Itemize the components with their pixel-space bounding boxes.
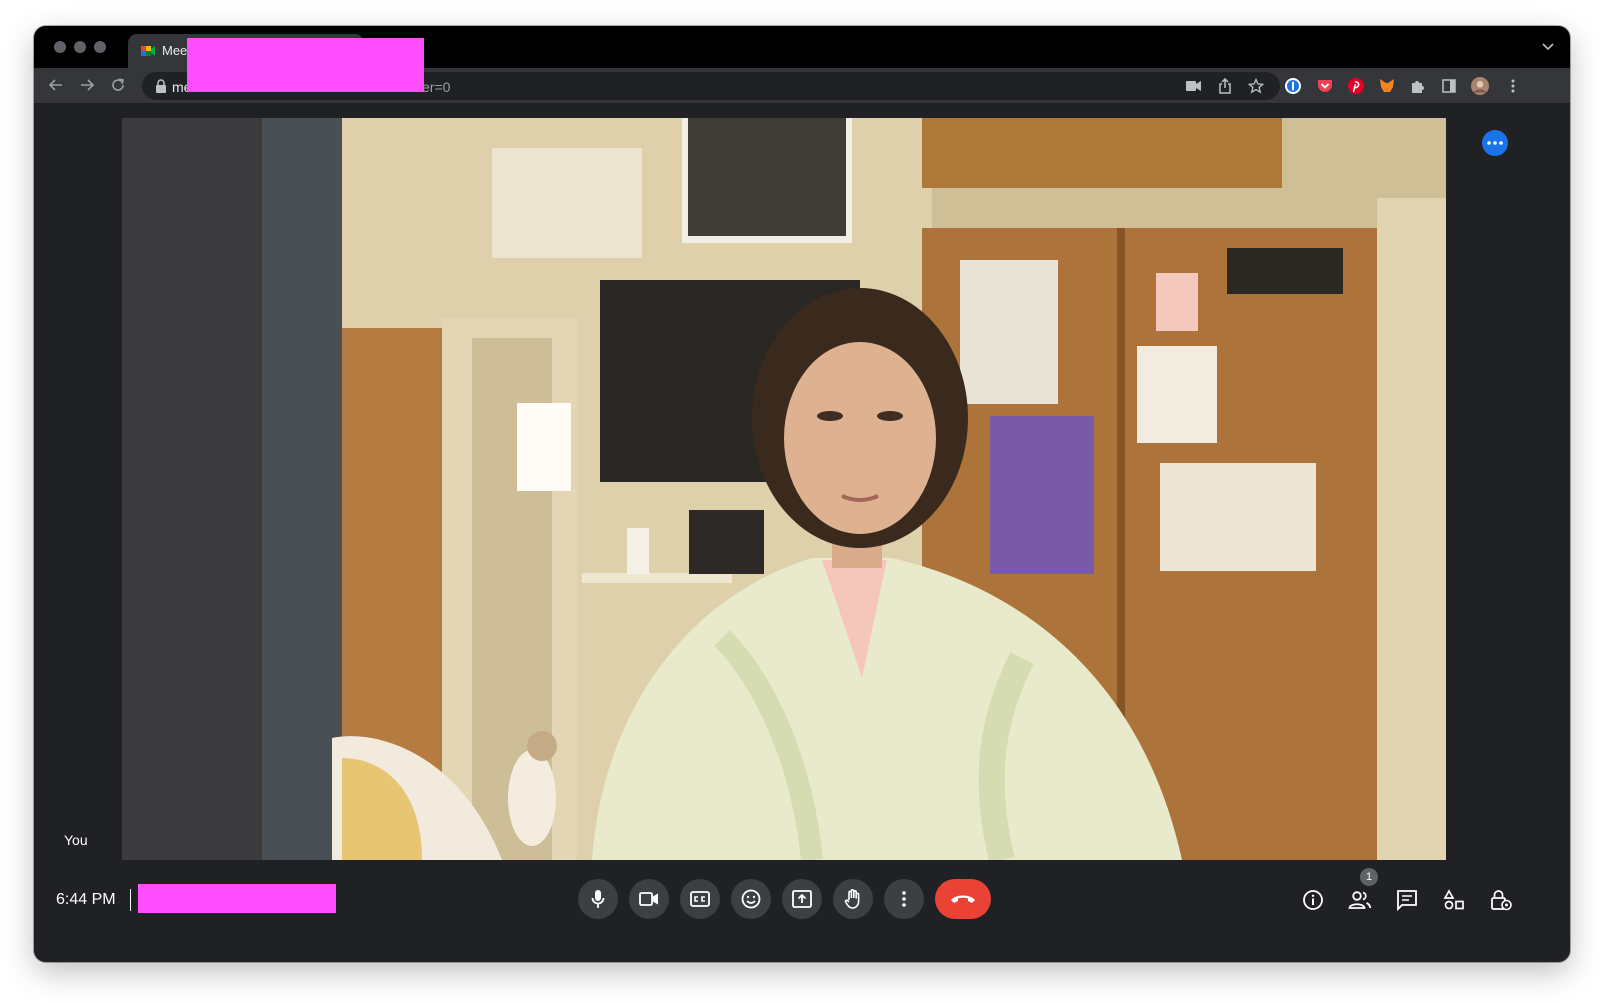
extension-metamask[interactable]	[1378, 77, 1396, 95]
microphone-button[interactable]	[578, 879, 618, 919]
captions-icon	[690, 891, 710, 907]
info-icon	[1303, 890, 1323, 910]
present-icon	[792, 890, 812, 908]
puzzle-piece-icon	[1412, 81, 1424, 93]
metamask-fox-icon	[1380, 79, 1394, 92]
minimize-window-button[interactable]	[74, 41, 86, 53]
arrow-left-icon	[48, 79, 62, 91]
more-options-icon	[902, 891, 906, 907]
back-button[interactable]	[45, 74, 67, 96]
side-panel-button[interactable]	[1440, 77, 1458, 95]
share-icon	[1219, 78, 1231, 94]
redaction-meeting-code	[138, 884, 336, 913]
redaction-url	[187, 38, 424, 92]
extension-pocket[interactable]	[1316, 77, 1334, 95]
star-icon	[1248, 78, 1264, 94]
camera-button[interactable]	[629, 879, 669, 919]
close-window-button[interactable]	[54, 41, 66, 53]
camera-in-use-indicator[interactable]	[1186, 78, 1202, 94]
avatar-icon	[1471, 77, 1489, 95]
leave-call-button[interactable]	[935, 879, 991, 919]
password-manager-icon	[1285, 78, 1301, 94]
raise-hand-icon	[844, 889, 860, 909]
more-tile-options-button[interactable]	[1482, 130, 1508, 156]
people-icon	[1348, 891, 1372, 909]
participants-button[interactable]	[1347, 887, 1373, 913]
microphone-icon	[591, 890, 605, 908]
extensions-button[interactable]	[1409, 77, 1427, 95]
emoji-icon	[741, 889, 761, 909]
activities-icon	[1443, 889, 1464, 910]
vertical-dots-icon	[1511, 79, 1515, 93]
self-video-feed	[122, 118, 1446, 860]
pinterest-icon	[1348, 78, 1364, 94]
meeting-clock: 6:44 PM	[56, 891, 116, 908]
bookmark-button[interactable]	[1248, 78, 1264, 94]
profile-avatar[interactable]	[1471, 77, 1489, 95]
chat-icon	[1397, 890, 1417, 911]
meet-stage: You 6:44 PM 1	[34, 104, 1570, 962]
activities-button[interactable]	[1441, 887, 1467, 913]
participant-name-label: You	[64, 832, 88, 848]
meeting-details-button[interactable]	[1300, 887, 1326, 913]
meet-logo-icon	[141, 46, 155, 56]
reload-button[interactable]	[107, 74, 129, 96]
video-camera-icon	[1186, 81, 1201, 91]
more-options-button[interactable]	[884, 879, 924, 919]
zoom-window-button[interactable]	[94, 41, 106, 53]
captions-button[interactable]	[680, 879, 720, 919]
share-button[interactable]	[1217, 78, 1233, 94]
arrow-right-icon	[81, 79, 95, 91]
reactions-button[interactable]	[731, 879, 771, 919]
url-text-end: er=0	[422, 79, 451, 95]
camera-icon	[639, 892, 658, 906]
time-divider	[130, 889, 131, 911]
browser-menu-button[interactable]	[1504, 77, 1522, 95]
tab-search-chevron-icon[interactable]	[1540, 38, 1556, 54]
host-controls-icon	[1491, 890, 1512, 911]
end-call-icon	[951, 895, 975, 903]
horizontal-dots-icon	[1487, 141, 1503, 145]
raise-hand-button[interactable]	[833, 879, 873, 919]
present-button[interactable]	[782, 879, 822, 919]
browser-window: Meet me er=0 You 6:44 PM 1	[34, 26, 1570, 962]
host-controls-button[interactable]	[1488, 887, 1514, 913]
chat-button[interactable]	[1394, 887, 1420, 913]
pocket-icon	[1318, 80, 1332, 92]
extension-pinterest[interactable]	[1347, 77, 1365, 95]
forward-button[interactable]	[76, 74, 98, 96]
side-panel-icon	[1442, 79, 1456, 93]
lock-icon[interactable]	[155, 79, 167, 93]
participant-count-badge: 1	[1360, 868, 1378, 886]
reload-icon	[112, 78, 124, 91]
extension-1password[interactable]	[1284, 77, 1302, 95]
